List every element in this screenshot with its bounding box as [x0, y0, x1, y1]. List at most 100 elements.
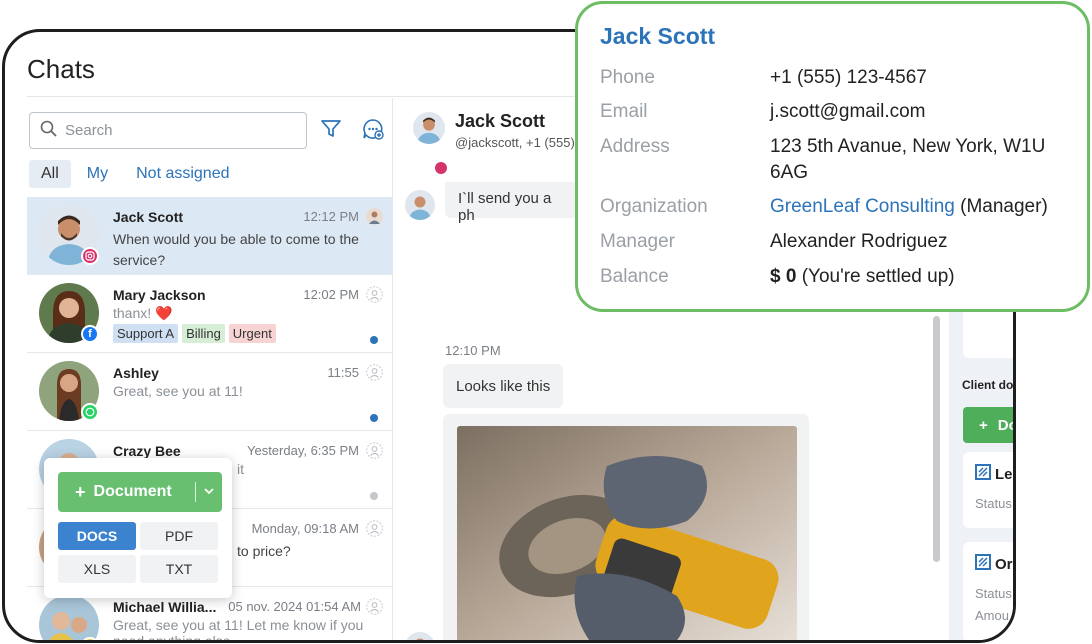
tab-my[interactable]: My: [75, 160, 120, 188]
facebook-icon: f: [81, 325, 99, 343]
chat-preview: When would you be able to come to the se…: [113, 231, 359, 268]
add-document-button[interactable]: + Document: [58, 472, 222, 512]
conversation-subtitle: @jackscott, +1 (555): [455, 135, 575, 150]
image-message[interactable]: [443, 414, 809, 640]
tab-not-assigned[interactable]: Not assigned: [124, 160, 241, 188]
document-status: Status: [975, 496, 1012, 511]
search-icon: [40, 120, 57, 142]
document-title: Le: [975, 464, 1013, 484]
avatar: [39, 595, 99, 640]
tag-list: Support A Billing Urgent: [113, 324, 276, 343]
balance-value: $ 0 (You're settled up): [770, 264, 955, 290]
instagram-icon: [433, 160, 449, 176]
message-bubble: I`ll send you a ph: [445, 182, 585, 224]
address-line-2: 6AG: [770, 162, 809, 183]
chat-preview: thanx! ❤️: [113, 305, 173, 321]
message-bubble: Looks like this: [443, 364, 564, 408]
chat-name: Michael Willia...: [113, 599, 217, 615]
format-docs[interactable]: DOCS: [58, 522, 136, 550]
tag-support[interactable]: Support A: [113, 324, 179, 343]
contact-name: Jack Scott: [600, 23, 716, 49]
tag-billing[interactable]: Billing: [182, 324, 225, 343]
phone-label: Phone: [600, 67, 655, 88]
format-pdf[interactable]: PDF: [140, 522, 218, 550]
chat-time: Yesterday, 6:35 PM: [246, 443, 359, 458]
manager-value: Alexander Rodriguez: [770, 231, 948, 252]
unassigned-icon: [366, 364, 383, 381]
document-card[interactable]: Or Status Amou: [963, 542, 1013, 640]
format-txt[interactable]: TXT: [140, 555, 218, 583]
chat-preview: Great, see you at 11! Let me know if you…: [113, 617, 364, 643]
document-title-text: Le: [995, 465, 1013, 483]
filter-icon[interactable]: [318, 116, 344, 142]
chat-filter-tabs: All My Not assigned: [29, 160, 242, 188]
divider: [195, 482, 196, 502]
unread-indicator: [370, 414, 378, 422]
plus-icon: +: [75, 481, 86, 502]
chat-item-ashley[interactable]: Ashley 11:55 Great, see you at 11!: [27, 353, 393, 431]
organization-label: Organization: [600, 196, 708, 217]
agent-avatar: [405, 190, 435, 220]
chat-name: Mary Jackson: [113, 287, 206, 303]
email-value[interactable]: j.scott@gmail.com: [770, 99, 926, 125]
assignee-avatar: [366, 208, 383, 225]
format-xls[interactable]: XLS: [58, 555, 136, 583]
page-title: Chats: [27, 54, 95, 84]
chat-preview: Great, see you at 11!: [113, 383, 243, 399]
unassigned-icon: [366, 286, 383, 303]
email-label: Email: [600, 101, 648, 122]
plus-icon: +: [979, 416, 988, 434]
agent-avatar: [405, 632, 435, 640]
document-icon: [975, 554, 991, 574]
chat-time: 12:12 PM: [303, 209, 359, 224]
address-label: Address: [600, 136, 670, 157]
address-line-1: 123 5th Avanue, New York, W1U: [770, 136, 1046, 157]
document-status: Status: [975, 586, 1012, 601]
manager-label: Manager: [600, 231, 675, 252]
search-input[interactable]: [65, 122, 265, 139]
chat-name: Jack Scott: [113, 209, 184, 225]
organization-link[interactable]: GreenLeaf Consulting: [770, 196, 955, 217]
chat-name: Crazy Bee: [113, 443, 181, 459]
avatar: [413, 112, 445, 144]
new-chat-icon[interactable]: [360, 116, 386, 142]
balance-note: (You're settled up): [801, 266, 955, 287]
unassigned-icon: [366, 598, 383, 615]
read-indicator: [370, 492, 378, 500]
chat-time: 11:55: [327, 365, 359, 380]
chat-time: Monday, 09:18 AM: [251, 521, 359, 536]
chat-time: 12:02 PM: [303, 287, 359, 302]
unassigned-icon: [366, 520, 383, 537]
message-time: 12:10 PM: [445, 343, 501, 358]
add-document-button[interactable]: + Do: [963, 407, 1016, 443]
chat-name: Ashley: [113, 365, 159, 381]
chat-preview: to price?: [237, 543, 291, 559]
balance-amount: $ 0: [770, 266, 797, 287]
document-icon: [975, 464, 991, 484]
document-button-label: Document: [93, 483, 172, 500]
add-document-label: Do: [997, 416, 1016, 434]
search-field[interactable]: [29, 112, 307, 149]
unassigned-icon: [366, 442, 383, 459]
organization-role: (Manager): [960, 196, 1048, 217]
channel-icon: [81, 637, 99, 640]
whatsapp-icon: [81, 403, 99, 421]
tag-urgent[interactable]: Urgent: [228, 324, 276, 343]
section-heading: Client do: [962, 378, 1014, 392]
document-amount: Amou: [975, 608, 1009, 623]
contact-details-card: Jack Scott Phone +1 (555) 123-4567 Email…: [575, 1, 1090, 312]
document-title: Or: [975, 554, 1013, 574]
scrollbar[interactable]: [933, 316, 940, 562]
unread-indicator: [370, 336, 378, 344]
balance-label: Balance: [600, 266, 669, 287]
conversation-title: Jack Scott: [455, 111, 546, 131]
chat-item-mary-jackson[interactable]: f Mary Jackson 12:02 PM thanx! ❤️ Suppor…: [27, 275, 393, 353]
document-card[interactable]: Le Status: [963, 452, 1013, 528]
address-value: 123 5th Avanue, New York, W1U 6AG: [770, 134, 1045, 186]
organization-value: GreenLeaf Consulting (Manager): [770, 194, 1048, 220]
angle-grinder-photo: [457, 426, 797, 640]
chat-item-jack-scott[interactable]: Jack Scott 12:12 PM When would you be ab…: [27, 197, 393, 275]
tab-all[interactable]: All: [29, 160, 71, 188]
phone-value[interactable]: +1 (555) 123-4567: [770, 65, 927, 91]
chevron-down-icon[interactable]: [203, 484, 215, 502]
